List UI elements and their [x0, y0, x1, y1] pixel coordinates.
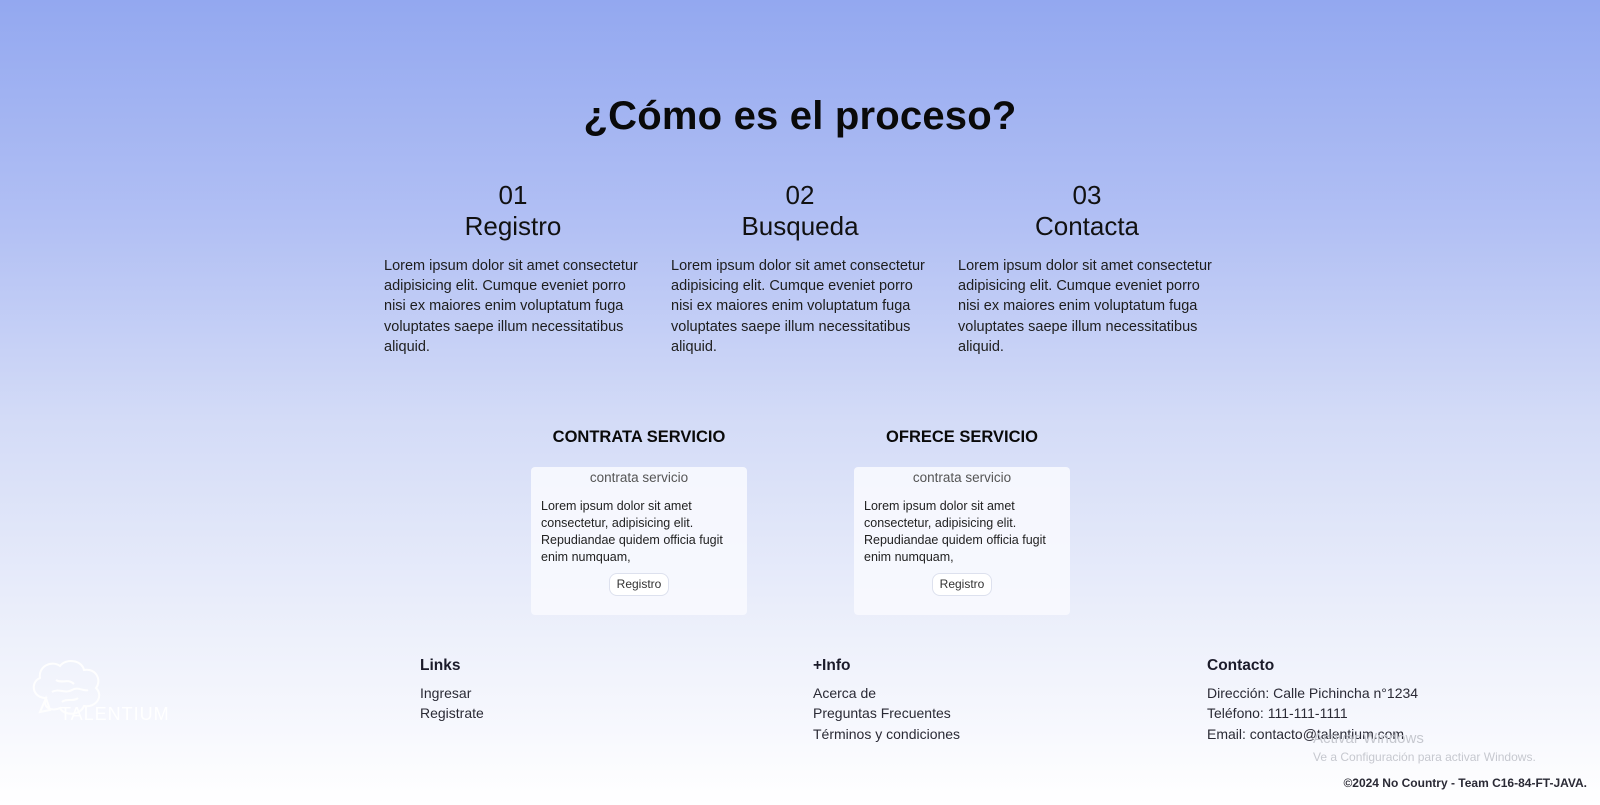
contact-address: Dirección: Calle Pichincha n°1234: [1207, 685, 1419, 701]
registro-button[interactable]: Registro: [932, 573, 992, 596]
footer-links-heading: Links: [420, 657, 461, 674]
footer-link-acerca[interactable]: Acerca de: [813, 683, 960, 703]
ofrece-servicio-heading: OFRECE SERVICIO: [886, 428, 1038, 446]
contact-phone: Teléfono: 111-111-1111: [1207, 705, 1348, 722]
watermark-subtitle: Ve a Configuración para activar Windows.: [1313, 750, 1536, 764]
card-title: contrata servicio: [589, 470, 689, 485]
registro-button[interactable]: Registro: [609, 573, 669, 596]
ofrece-servicio-card: contrata servicio Lorem ipsum dolor sit …: [854, 467, 1070, 615]
step-name: Busqueda: [741, 211, 859, 241]
card-title: contrata servicio: [912, 470, 1012, 485]
footer-info-column: +Info Acerca de Preguntas Frecuentes Tér…: [813, 657, 960, 744]
contrata-servicio-heading: CONTRATA SERVICIO: [552, 428, 726, 446]
step-number: 02: [785, 180, 815, 210]
footer-link-terminos[interactable]: Términos y condiciones: [813, 724, 960, 744]
watermark-title: Activar Windows: [1313, 730, 1424, 747]
step-number: 01: [498, 180, 528, 210]
footer-contact-heading: Contacto: [1207, 657, 1275, 674]
step-number: 03: [1072, 180, 1102, 210]
step-name: Registro: [464, 211, 562, 241]
contrata-servicio-card: contrata servicio Lorem ipsum dolor sit …: [531, 467, 747, 615]
footer-link-faq[interactable]: Preguntas Frecuentes: [813, 703, 960, 723]
logo-text: TALENTIUM: [60, 704, 170, 724]
footer-link-registrate[interactable]: Registrate: [420, 703, 484, 723]
footer-links-column: Links Ingresar Registrate: [420, 657, 484, 724]
footer-info-heading: +Info: [813, 657, 851, 674]
step-description: Lorem ipsum dolor sit amet consectetur a…: [671, 258, 925, 355]
card-text: Lorem ipsum dolor sit amet consectetur, …: [541, 499, 723, 564]
process-step-2: 02 Busqueda Lorem ipsum dolor sit amet c…: [671, 180, 929, 357]
process-step-3: 03 Contacta Lorem ipsum dolor sit amet c…: [958, 180, 1216, 357]
step-description: Lorem ipsum dolor sit amet consectetur a…: [958, 258, 1212, 355]
talentium-logo[interactable]: TALENTIUM: [26, 658, 190, 724]
step-description: Lorem ipsum dolor sit amet consectetur a…: [384, 258, 638, 355]
footer-link-ingresar[interactable]: Ingresar: [420, 683, 484, 703]
windows-activation-watermark: Activar Windows Ve a Configuración para …: [1313, 730, 1536, 764]
copyright: ©2024 No Country - Team C16-84-FT-JAVA.: [1343, 776, 1587, 790]
process-title: ¿Cómo es el proceso?: [583, 94, 1017, 138]
process-step-1: 01 Registro Lorem ipsum dolor sit amet c…: [384, 180, 642, 357]
card-text: Lorem ipsum dolor sit amet consectetur, …: [864, 499, 1046, 564]
step-name: Contacta: [1034, 211, 1140, 241]
